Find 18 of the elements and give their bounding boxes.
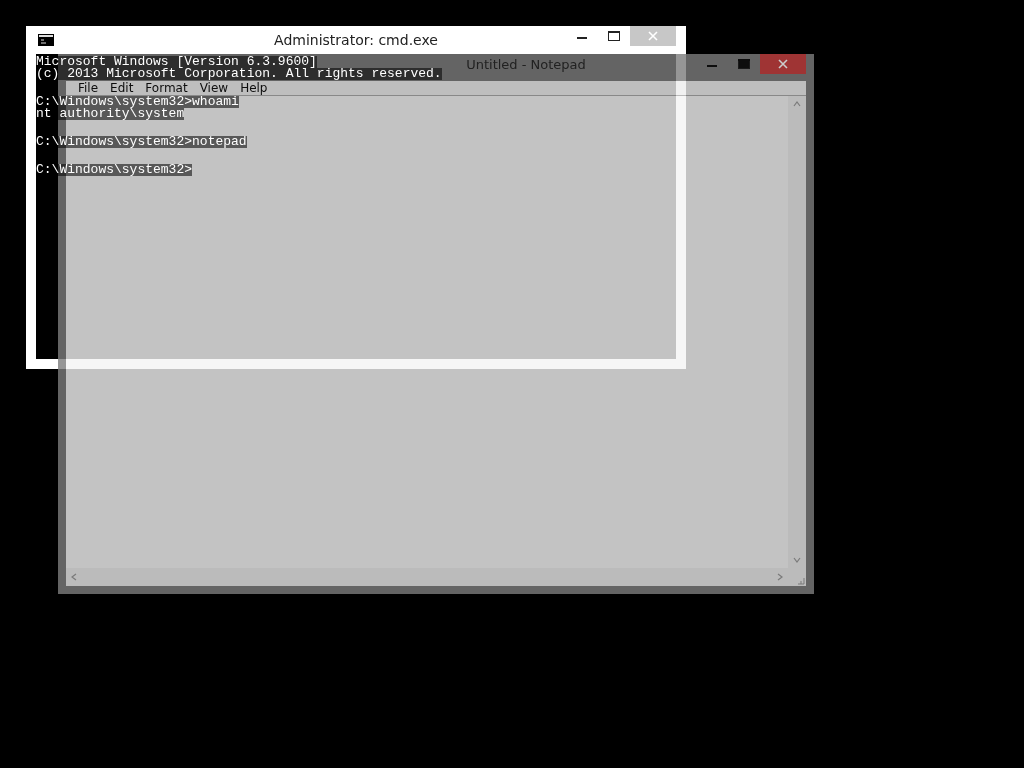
maximize-icon xyxy=(608,31,620,41)
scroll-right-icon[interactable] xyxy=(776,573,784,581)
scroll-down-icon[interactable] xyxy=(793,556,801,564)
maximize-icon xyxy=(738,59,750,69)
resize-grip-icon[interactable] xyxy=(796,576,806,586)
scroll-up-icon[interactable] xyxy=(793,100,801,108)
console-app-icon xyxy=(38,34,54,46)
close-icon xyxy=(778,59,788,69)
menu-item[interactable]: View xyxy=(193,81,235,95)
scroll-left-icon[interactable] xyxy=(70,573,78,581)
close-button[interactable] xyxy=(760,54,806,74)
menu-item[interactable]: File xyxy=(72,81,105,95)
menu-item[interactable]: Edit xyxy=(104,81,140,95)
window-title: Untitled - Notepad xyxy=(466,57,586,72)
menu-item[interactable]: Help xyxy=(234,81,274,95)
window-title: Administrator: cmd.exe xyxy=(274,32,438,48)
close-icon xyxy=(648,31,658,41)
menu-item[interactable]: Format xyxy=(139,81,194,95)
